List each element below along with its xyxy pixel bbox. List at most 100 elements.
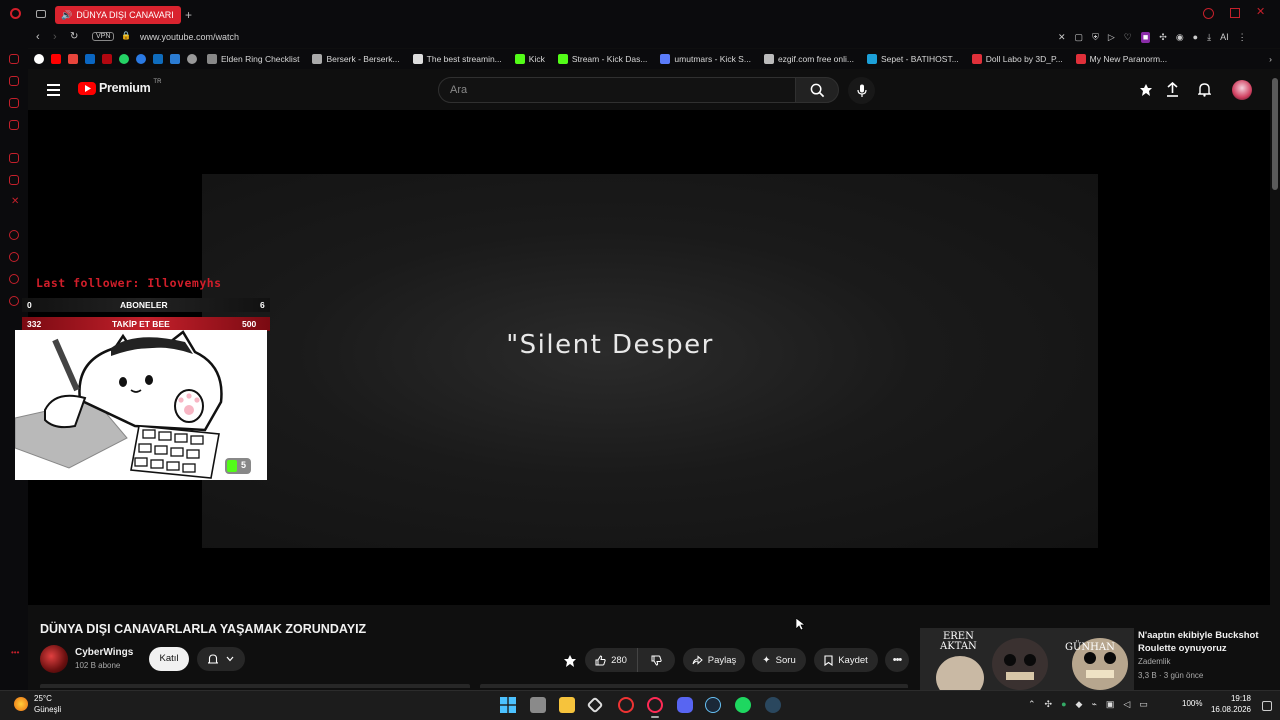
new-tab-button[interactable]: + <box>185 8 192 22</box>
sidebar-history-icon[interactable] <box>9 252 19 262</box>
opera-logo-icon[interactable] <box>10 8 21 19</box>
extension-icon[interactable]: ■ <box>1140 32 1151 43</box>
restore-icon[interactable] <box>1230 8 1240 18</box>
gmail-icon[interactable] <box>68 54 78 64</box>
heart-icon[interactable]: ♡ <box>1124 32 1132 43</box>
taskbar-date[interactable]: 16.08.2026 <box>1205 705 1251 714</box>
outlook-icon[interactable] <box>153 54 163 64</box>
more-actions-button[interactable]: ••• <box>885 648 909 672</box>
account-avatar[interactable] <box>1232 80 1252 100</box>
ask-button[interactable]: ✦ Soru <box>752 648 806 672</box>
pin-icon[interactable]: ✕ <box>1058 32 1066 43</box>
create-icon[interactable] <box>1139 83 1153 97</box>
tray-battery-icon[interactable]: ▭ <box>1139 699 1148 710</box>
active-tab[interactable]: 🔊 DÜNYA DIŞI CANAVARI <box>55 6 181 24</box>
like-button[interactable]: 280 <box>585 648 637 672</box>
reload-icon[interactable]: ↻ <box>70 31 78 42</box>
share-button[interactable]: Paylaş <box>683 648 745 672</box>
tray-display-icon[interactable]: ▣ <box>1106 699 1115 710</box>
minimize-icon[interactable] <box>1203 8 1214 19</box>
sidebar-twitch-icon[interactable] <box>9 153 19 163</box>
tray-steam-icon[interactable]: ◆ <box>1076 699 1083 710</box>
search-button[interactable] <box>795 77 839 103</box>
bookmark-item[interactable]: My New Paranorm... <box>1075 54 1167 64</box>
youtube-icon[interactable] <box>51 54 61 64</box>
menu-icon[interactable]: ⋮ <box>1238 32 1247 43</box>
upload-icon[interactable] <box>1166 82 1179 97</box>
save-button[interactable]: Kaydet <box>814 648 878 672</box>
file-explorer-icon[interactable] <box>559 697 575 713</box>
sidebar-music-icon[interactable] <box>9 120 19 130</box>
weather-condition[interactable]: Güneşli <box>34 705 61 714</box>
tab-switcher-icon[interactable] <box>36 10 46 18</box>
play-icon[interactable]: ▷ <box>1108 32 1115 43</box>
linkedin-icon[interactable] <box>85 54 95 64</box>
discord-icon[interactable] <box>677 697 693 713</box>
netflix-icon[interactable] <box>102 54 112 64</box>
profile-icon[interactable]: ● <box>1193 32 1198 43</box>
puzzle-icon[interactable]: ✣ <box>1159 32 1167 43</box>
bookmark-item[interactable]: Doll Labo by 3D_P... <box>971 54 1063 64</box>
notifications-bell-icon[interactable] <box>1198 82 1211 97</box>
sidebar-home-icon[interactable] <box>9 76 19 86</box>
sidebar-more-icon[interactable]: ••• <box>11 648 19 657</box>
notification-corner-icon[interactable] <box>1262 701 1272 711</box>
settings-icon[interactable] <box>187 54 197 64</box>
join-button[interactable]: Katıl <box>149 647 189 671</box>
voice-search-button[interactable] <box>848 77 875 104</box>
bookmarks-overflow-icon[interactable]: › <box>1269 54 1272 64</box>
audio-icon[interactable]: 🔊 <box>61 10 72 21</box>
gemini-sparkle-icon[interactable] <box>563 654 577 668</box>
recommendation-title[interactable]: N'aaptın ekibiyle Buckshot Roulette oynu… <box>1138 629 1273 655</box>
spotify-icon[interactable] <box>735 697 751 713</box>
taskbar-clock[interactable]: 19:18 <box>1205 694 1251 703</box>
sidebar-clock-icon[interactable] <box>9 274 19 284</box>
sidebar-messenger-icon[interactable] <box>9 98 19 108</box>
vpn-badge[interactable]: VPN <box>92 32 115 41</box>
teams-icon[interactable] <box>170 54 180 64</box>
video-frame[interactable] <box>202 174 1098 548</box>
sidebar-aria-icon[interactable] <box>9 54 19 64</box>
opera-gx-taskbar-icon[interactable] <box>647 697 663 713</box>
bookmark-item[interactable]: Elden Ring Checklist <box>207 54 299 64</box>
youtube-logo[interactable]: Premium TR <box>78 79 161 95</box>
recommendation-thumbnail[interactable]: EREN AKTAN GÜNHAN <box>920 628 1134 690</box>
sidebar-x-icon[interactable]: ✕ <box>11 196 19 207</box>
forward-icon[interactable]: › <box>53 31 57 43</box>
bookmark-item[interactable]: Stream - Kick Das... <box>557 54 647 64</box>
channel-name[interactable]: CyberWings <box>75 647 133 658</box>
tray-mic-icon[interactable]: ⌁ <box>1091 699 1096 710</box>
task-view-icon[interactable] <box>530 697 546 713</box>
camera-icon[interactable]: ◉ <box>1176 32 1184 43</box>
dislike-button[interactable] <box>637 648 675 672</box>
subscription-bell-button[interactable] <box>197 647 245 671</box>
tray-volume-icon[interactable]: ◁ <box>1123 699 1130 710</box>
steam-secondary-icon[interactable] <box>765 697 781 713</box>
recommendation-channel[interactable]: Zademlik <box>1138 657 1170 666</box>
bookmark-item[interactable]: The best streamin... <box>412 54 502 64</box>
tray-chevron-icon[interactable]: ⌃ <box>1028 699 1036 710</box>
scrollbar-thumb[interactable] <box>1272 78 1278 190</box>
google-icon[interactable] <box>34 54 44 64</box>
shield-icon[interactable]: ⛨ <box>1092 32 1099 43</box>
start-menu-icon[interactable] <box>500 697 516 713</box>
sidebar-player-icon[interactable] <box>9 175 19 185</box>
bookmark-item[interactable]: Sepet - BATIHOST... <box>867 54 959 64</box>
bookmark-item[interactable]: Kick <box>514 54 545 64</box>
weather-icon[interactable] <box>14 697 28 711</box>
whatsapp-icon[interactable] <box>119 54 129 64</box>
close-icon[interactable]: ✕ <box>1256 7 1265 19</box>
download-icon[interactable]: ⤓ <box>1207 32 1211 43</box>
back-icon[interactable]: ‹ <box>36 31 40 43</box>
bookmark-item[interactable]: umutmars - Kick S... <box>660 54 751 64</box>
tray-app-icon[interactable]: ✣ <box>1045 699 1053 710</box>
bookmark-item[interactable]: ezgif.com free onli... <box>763 54 854 64</box>
app-icon[interactable] <box>618 697 634 713</box>
tray-green-icon[interactable]: ● <box>1061 699 1066 710</box>
hamburger-menu-icon[interactable] <box>47 84 60 96</box>
channel-avatar[interactable] <box>40 645 68 673</box>
steam-icon[interactable] <box>705 697 721 713</box>
sidebar-add-icon[interactable] <box>9 230 19 240</box>
search-input[interactable]: Ara <box>438 77 796 103</box>
weather-temperature[interactable]: 25°C <box>34 694 52 703</box>
